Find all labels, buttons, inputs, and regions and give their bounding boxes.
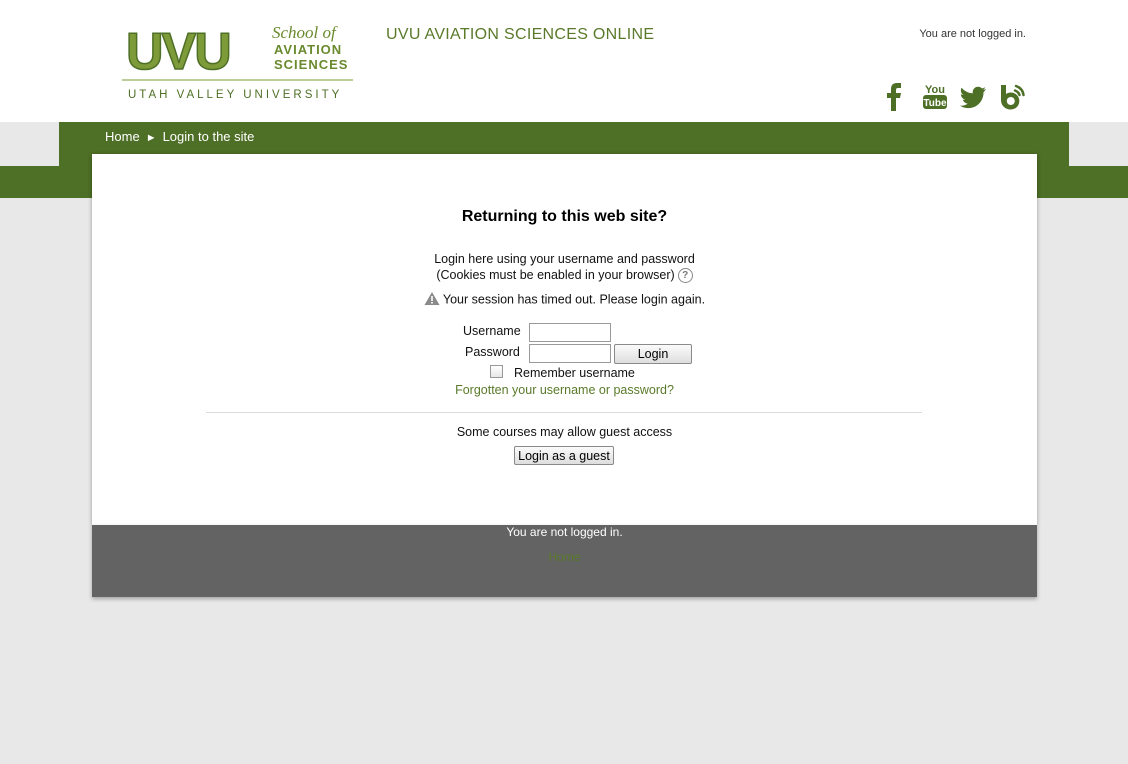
- logo-line2: AVIATION: [274, 42, 342, 57]
- svg-text:You: You: [925, 84, 945, 96]
- twitter-icon[interactable]: [958, 82, 988, 112]
- footer-login-status: You are not logged in.: [506, 525, 623, 539]
- site-header: UVU School of AVIATION SCIENCES UTAH VAL…: [0, 0, 1128, 122]
- session-timeout-message: Your session has timed out. Please login…: [92, 291, 1037, 309]
- forgot-password-link: Forgotten your username or password?: [92, 383, 1037, 397]
- login-as-guest-button[interactable]: Login as a guest: [514, 446, 614, 465]
- password-input[interactable]: [529, 344, 611, 363]
- cookies-note: (Cookies must be enabled in your browser…: [436, 268, 675, 282]
- login-intro-line1: Login here using your username and passw…: [434, 252, 695, 266]
- login-heading: Returning to this web site?: [461, 208, 668, 225]
- logo-university: UTAH VALLEY UNIVERSITY: [128, 89, 342, 101]
- breadcrumb: Home ► Login to the site: [105, 129, 254, 144]
- warning-icon: [424, 291, 440, 309]
- svg-text:Tube: Tube: [923, 98, 947, 109]
- page-footer: You are not logged in. Home: [92, 525, 1037, 597]
- youtube-icon[interactable]: You Tube: [920, 82, 950, 112]
- login-button[interactable]: Login: [614, 344, 692, 364]
- site-title: UVU AVIATION SCIENCES ONLINE: [386, 26, 655, 43]
- remember-username-label: Remember username: [514, 366, 635, 380]
- password-label: Password: [465, 345, 520, 359]
- timeout-text: Your session has timed out. Please login…: [442, 292, 706, 307]
- breadcrumb-home-link[interactable]: Home: [105, 129, 140, 144]
- logo-line3: SCIENCES: [274, 57, 348, 72]
- logo-letters: UVU: [126, 23, 230, 81]
- remember-username-checkbox[interactable]: [490, 365, 503, 378]
- login-status: You are not logged in.: [919, 28, 1026, 40]
- blog-icon[interactable]: [996, 82, 1026, 112]
- logo-line1: School of: [272, 23, 338, 42]
- guest-access-text: Some courses may allow guest access: [456, 425, 673, 439]
- forgot-password-link-text[interactable]: Forgotten your username or password?: [455, 383, 674, 397]
- facebook-icon[interactable]: [880, 82, 910, 112]
- breadcrumb-separator-icon: ►: [145, 132, 157, 144]
- username-label: Username: [463, 324, 521, 338]
- username-input[interactable]: [529, 323, 611, 342]
- footer-home-link[interactable]: Home: [92, 550, 1037, 564]
- login-panel: Returning to this web site? Login here u…: [92, 154, 1037, 525]
- breadcrumb-current: Login to the site: [162, 129, 255, 144]
- divider: [206, 412, 922, 413]
- help-icon[interactable]: ?: [677, 268, 693, 284]
- login-intro-line2: (Cookies must be enabled in your browser…: [92, 268, 1037, 284]
- uvu-aviation-logo[interactable]: UVU School of AVIATION SCIENCES UTAH VAL…: [122, 22, 354, 102]
